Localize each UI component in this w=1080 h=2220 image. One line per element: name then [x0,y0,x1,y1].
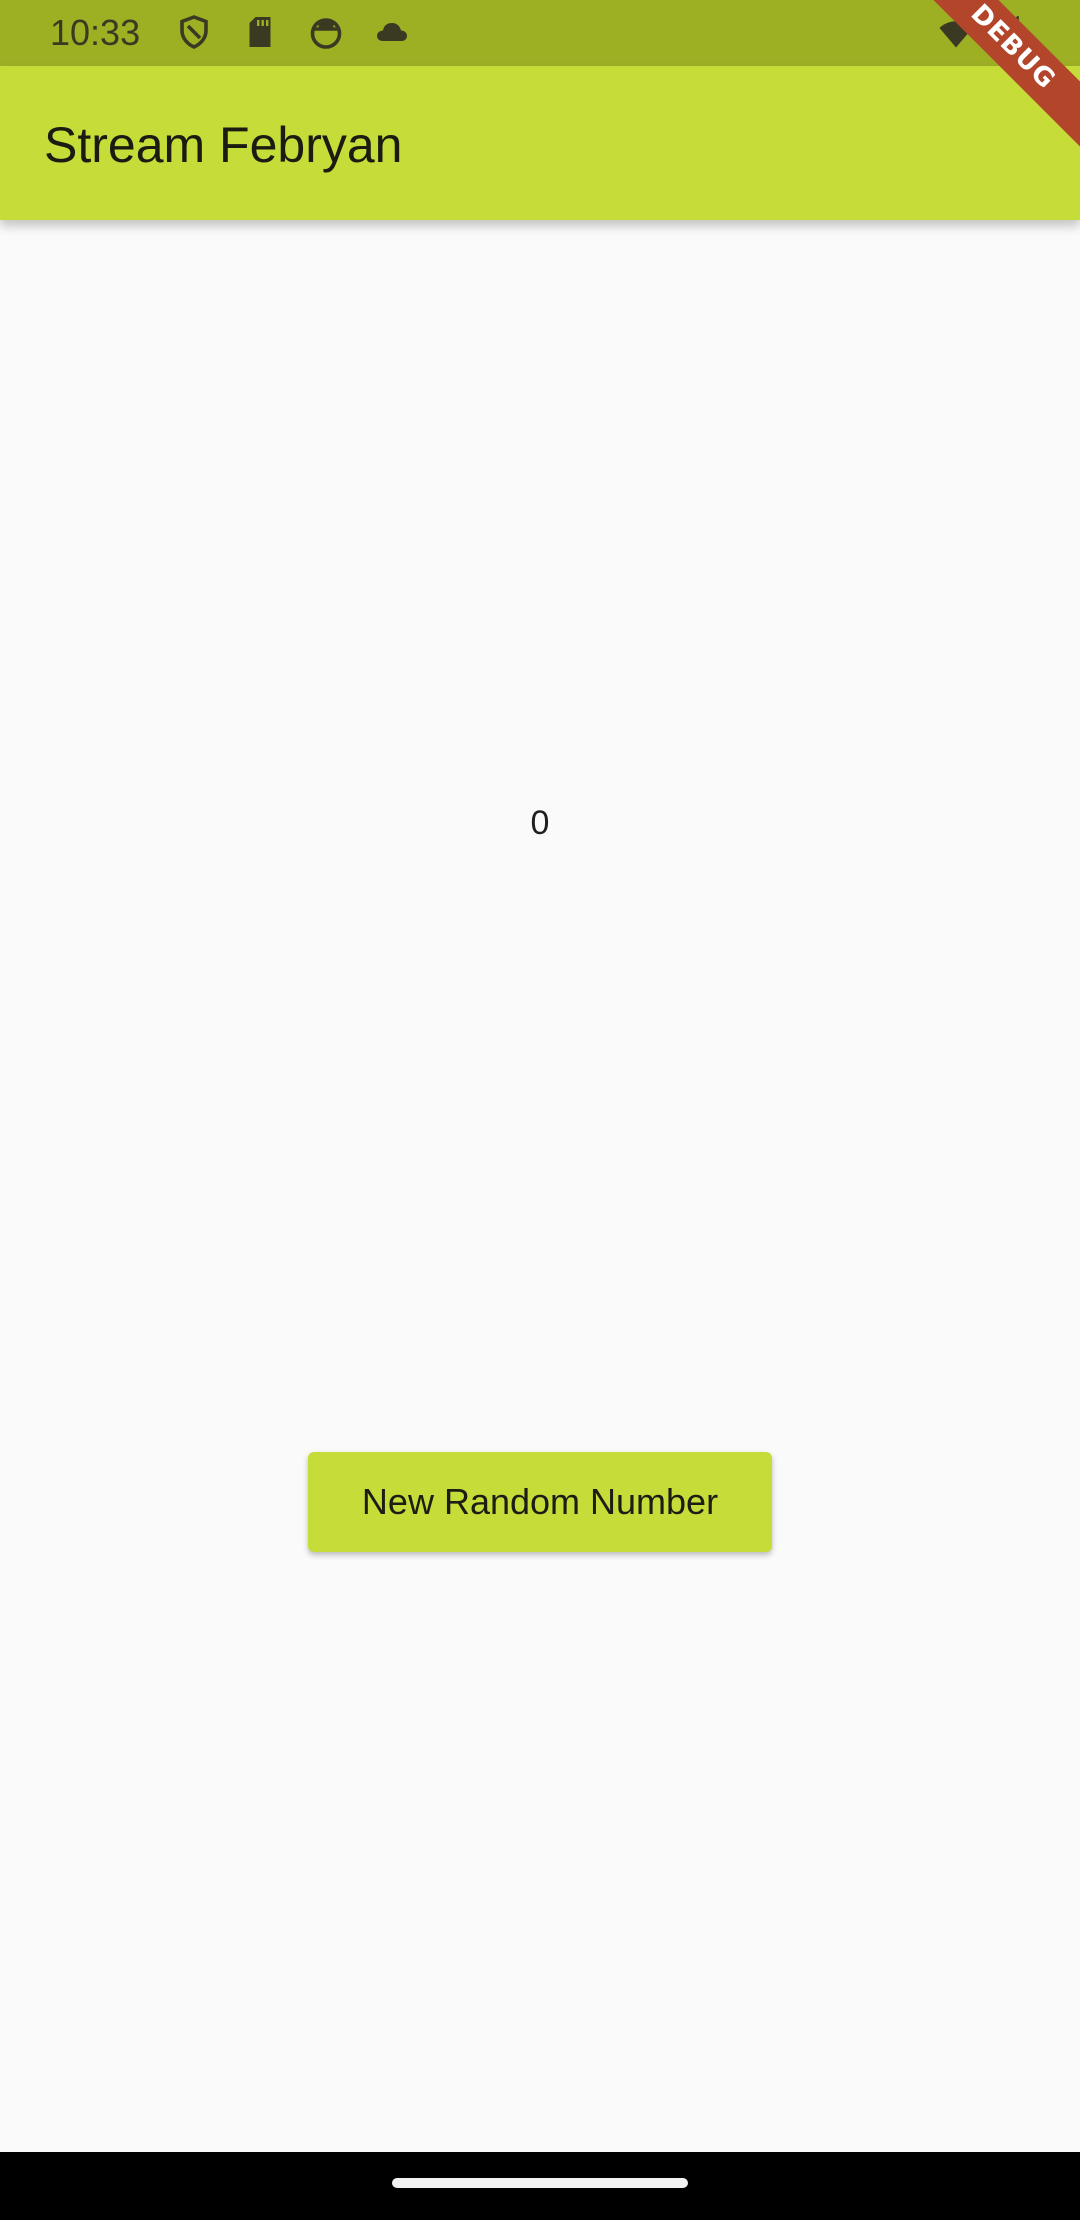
random-number-display: 0 [530,804,550,842]
cloud-icon [377,23,407,41]
status-bar: 10:33 [0,0,1080,66]
home-indicator[interactable] [392,2178,688,2188]
new-random-number-button[interactable]: New Random Number [308,1452,772,1552]
app-screen: 10:33 DEBUG Stream Febryan 0 New Random … [0,0,1080,2220]
sd-card-icon [249,17,271,47]
app-bar: Stream Febryan [0,66,1080,220]
status-icons-left [176,14,410,50]
app-title: Stream Febryan [44,117,403,173]
app-notification-icon [310,18,342,49]
vpn-shield-icon [180,15,208,49]
status-time: 10:33 [50,12,141,53]
system-navigation-bar [0,2152,1080,2220]
